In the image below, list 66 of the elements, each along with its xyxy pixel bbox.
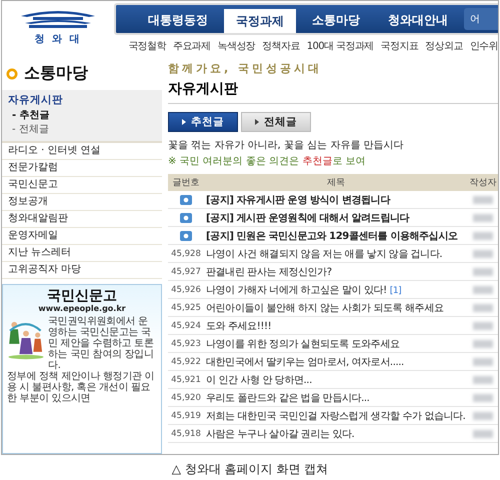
- motto-text: 꽃을 꺾는 자유가 아니라, 꽃을 심는 자유를 만듭시다: [168, 139, 404, 152]
- post-number: 45,922: [170, 356, 202, 366]
- nav-tab[interactable]: 청와대안내: [376, 7, 460, 33]
- nav-tab[interactable]: 국정과제: [224, 9, 296, 33]
- subnav-link[interactable]: 국정지표: [380, 39, 418, 53]
- post-title-link[interactable]: 나영이 가해자 너에게 하고싶은 말이 있다! [1]: [204, 282, 468, 296]
- board-tab[interactable]: 전체글: [241, 112, 311, 132]
- post-title-link[interactable]: [공지] 게시판 운영원칙에 대해서 알려드립니다: [204, 210, 468, 224]
- section-title: 소통마당: [24, 63, 88, 84]
- sidebar-item[interactable]: 전문가칼럼: [2, 160, 162, 177]
- post-title-link[interactable]: 나영이 사건 해결되지 않음 저는 애를 낳지 않을 겁니다.: [204, 246, 468, 260]
- sidebar-item[interactable]: 청와대알림판: [2, 211, 162, 228]
- post-number: 45,924: [170, 320, 202, 330]
- page-title: 자유게시판: [168, 76, 498, 104]
- post-title-link[interactable]: 이 인간 사형 안 당하면...: [204, 372, 468, 386]
- post-number: 45,926: [170, 284, 202, 294]
- promo-url: www.epeople.go.kr: [37, 304, 127, 313]
- post-number: 45,925: [170, 302, 202, 312]
- subnav-link[interactable]: 인수위: [470, 39, 498, 53]
- promo-description: 국민권익위원회에서 운영하는 국민신문고는 국민 제안을 수렴하고 토론하는 국민 참여의 장입니다.: [48, 316, 155, 371]
- post-number: 45,918: [170, 428, 202, 438]
- post-title-link[interactable]: 사람은 누구나 살아갈 권리는 있다.: [204, 426, 468, 440]
- post-title-link[interactable]: 도와 주세요!!!!: [204, 318, 468, 332]
- subnav-link[interactable]: 100대 국정과제: [306, 39, 374, 53]
- logo-text[interactable]: 청 와 대: [34, 32, 82, 46]
- column-header: 작성자: [468, 177, 498, 189]
- post-number: 45,928: [170, 248, 202, 258]
- post-number: 45,923: [170, 338, 202, 348]
- sidebar-item[interactable]: 자유게시판: [2, 92, 162, 109]
- nav-tab[interactable]: 소통마당: [300, 7, 372, 33]
- promo-title: 국민신문고: [46, 288, 118, 304]
- subnav-link[interactable]: 정상외교: [425, 39, 463, 53]
- sidebar-item[interactable]: 지난 뉴스레터: [2, 245, 162, 262]
- notice-text: ※ 국민 여러분의 좋은 의견은 추천글로 보여: [168, 155, 366, 168]
- sidebar-item[interactable]: 정보공개: [2, 194, 162, 211]
- sidebar-item[interactable]: 고위공직자 마당: [2, 262, 162, 279]
- search-field[interactable]: 어: [464, 8, 498, 30]
- sidebar-item[interactable]: 국민신문고: [2, 177, 162, 194]
- post-title-link[interactable]: [공지] 자유게시판 운영 방식이 변경됩니다: [204, 192, 468, 206]
- post-title-link[interactable]: 어린아이들이 불안해 하지 않는 사회가 되도록 해주세요: [204, 300, 468, 314]
- column-header: 글번호: [172, 177, 200, 189]
- post-number: 45,920: [170, 392, 202, 402]
- nav-tab[interactable]: 대통령동정: [136, 7, 220, 33]
- sidebar-subitem[interactable]: - 추천글: [2, 109, 162, 123]
- column-header: 제목: [326, 177, 346, 189]
- sidebar-subitem[interactable]: - 전체글: [2, 123, 162, 137]
- promo-banner[interactable]: 국민신문고 www.epeople.go.kr 국민권익위원회에서 운영하는 국민신문고는 국민 제안을 수렴하고 토론하는 국민 참여의 장입니다. 정부에 정책 제안이나 행정기관 이용 시 불편사항, 혹은 개선이 필요한 부분이 있으시면: [2, 284, 162, 454]
- board-tab[interactable]: 추천글: [168, 112, 238, 132]
- sidebar-item[interactable]: 라디오 · 인터넷 연설: [2, 143, 162, 160]
- subnav-link[interactable]: 정책자료: [262, 39, 300, 53]
- subnav-link[interactable]: 녹색성장: [217, 39, 256, 53]
- post-number: 45,921: [170, 374, 202, 384]
- post-number: 45,919: [170, 410, 202, 420]
- post-title-link[interactable]: 대한민국에서 딸키우는 엄마로서, 여자로서.....: [204, 354, 468, 368]
- image-caption: △ 청와대 홈페이지 화면 캡쳐: [172, 461, 328, 478]
- post-number: 45,927: [170, 266, 202, 276]
- post-title-link[interactable]: 판결내린 판사는 제정신인가?: [204, 264, 468, 278]
- subnav-link[interactable]: 주요과제: [172, 39, 210, 53]
- post-title-link[interactable]: 나영이를 위한 정의가 실현되도록 도와주세요: [204, 336, 468, 350]
- post-title-link[interactable]: 저희는 대한민국 국민인걸 자랑스럽게 생각할 수가 없습니다.: [204, 408, 468, 422]
- subnav-link[interactable]: 국정철학: [128, 39, 166, 53]
- sidebar-item[interactable]: 운영자메일: [2, 228, 162, 245]
- promo-footer-text: 정부에 정책 제안이나 행정기관 이용 시 불편사항, 혹은 개선이 필요한 부분이 있으시면: [7, 371, 156, 406]
- post-title-link[interactable]: [공지] 민원은 국민신문고와 129콜센터를 이용해주십시오: [204, 228, 468, 242]
- post-title-link[interactable]: 우리도 폴란드와 같은 법을 만듭시다...: [204, 390, 468, 404]
- slogan-text: 함께가요, 국민성공시대: [168, 61, 324, 76]
